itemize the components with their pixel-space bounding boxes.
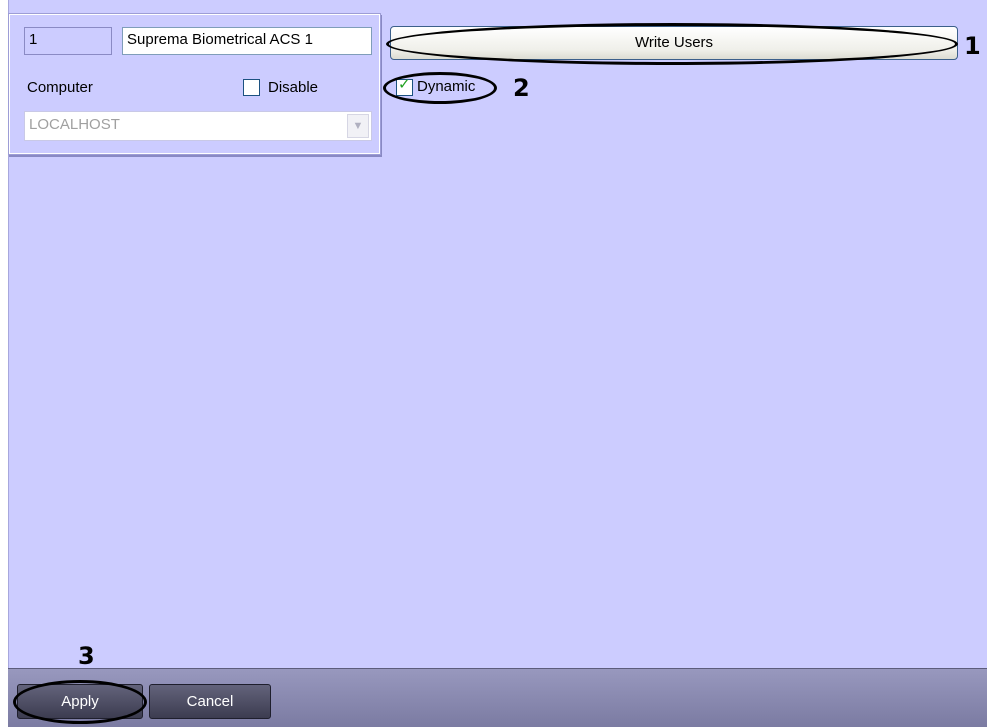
check-icon: ✓ [398,76,411,93]
dynamic-checkbox[interactable]: ✓ [396,76,413,96]
device-properties-box: 1 Suprema Biometrical ACS 1 Computer Dis… [9,14,380,154]
device-id-field[interactable]: 1 [24,27,112,55]
write-users-button[interactable]: Write Users [390,26,958,60]
apply-button[interactable]: Apply [17,684,143,719]
chevron-down-icon[interactable]: ▼ [347,114,369,138]
device-name-field[interactable]: Suprema Biometrical ACS 1 [122,27,372,55]
computer-select[interactable]: LOCALHOST ▼ [24,111,372,141]
disable-checkbox[interactable] [243,79,260,96]
callout-number-1: 1 [964,32,981,60]
callout-number-3: 3 [78,642,95,670]
disable-label: Disable [268,79,319,96]
computer-label: Computer [27,79,93,96]
cancel-button[interactable]: Cancel [149,684,271,719]
computer-select-value: LOCALHOST [29,116,120,133]
dynamic-label: Dynamic [417,78,476,95]
callout-number-2: 2 [513,74,530,102]
